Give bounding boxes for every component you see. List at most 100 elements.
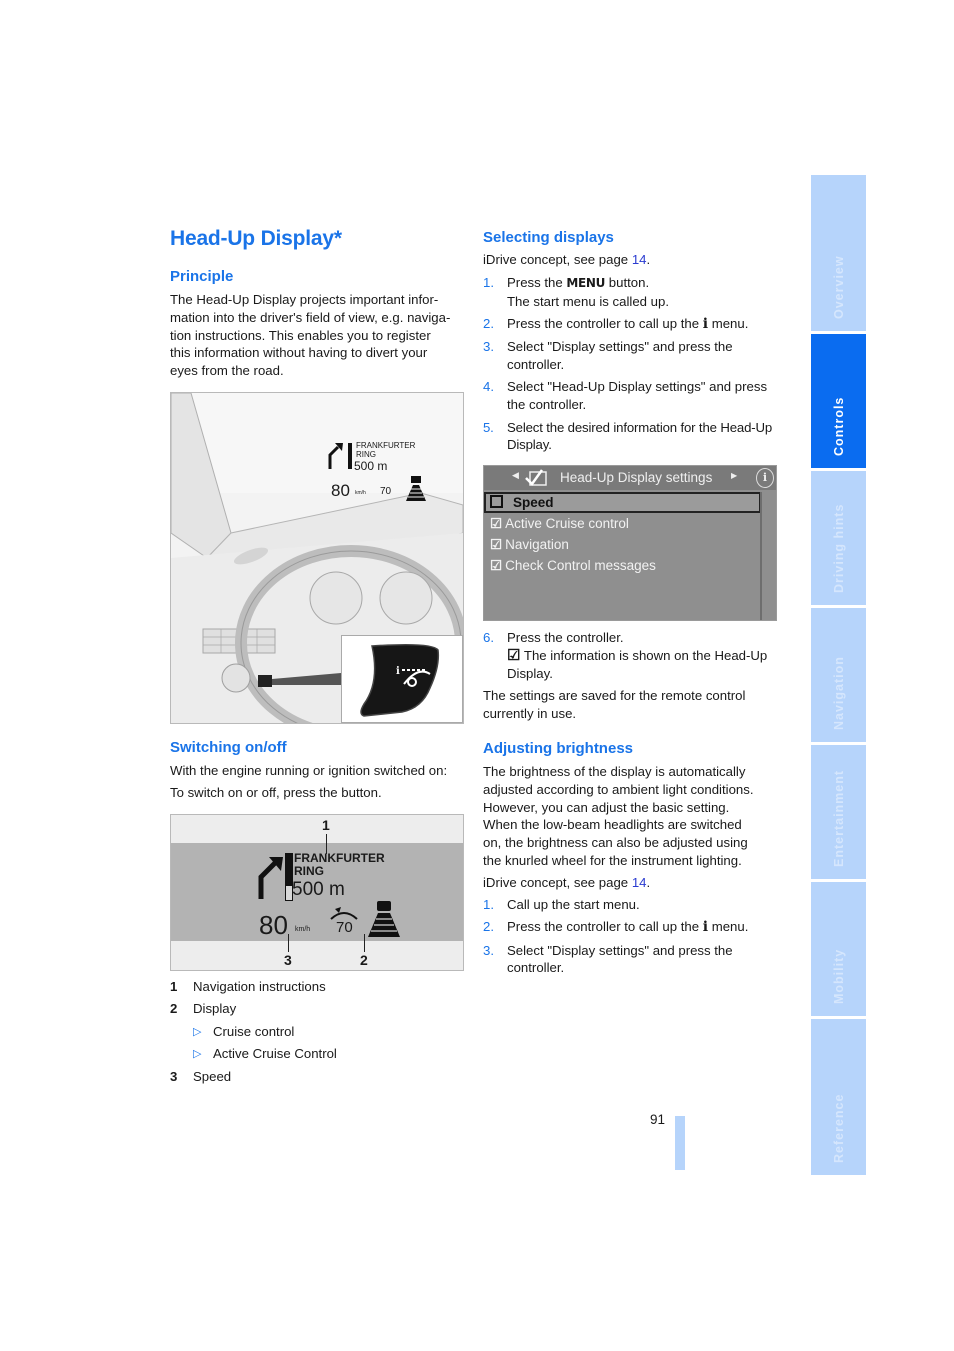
text-line: the knurled wheel for the instrument lig… [483, 852, 742, 868]
legend-number: 2 [170, 1001, 178, 1017]
principle-text: The Head-Up Display projects important i… [170, 291, 465, 380]
step-item: 3. Select "Display settings" and press t… [483, 942, 778, 978]
arrow-right-icon: ▶ [731, 471, 738, 480]
step-text: Press the [507, 275, 567, 290]
checkbox-checked-icon: ☑ [490, 558, 503, 573]
step-number: 5. [483, 419, 494, 435]
selecting-heading: Selecting displays [483, 229, 614, 246]
step-number: 2. [483, 316, 494, 332]
legend-item: 3 Speed [170, 1066, 465, 1088]
step-item: 6. Press the controller. ☑ The informati… [483, 629, 778, 682]
step-number: 3. [483, 339, 494, 355]
step-number: 1. [483, 275, 494, 290]
head-up-display-button-icon: i [360, 643, 440, 717]
step-item: 2. Press the controller to call up the i… [483, 315, 778, 334]
tab-label: Driving hints [832, 503, 846, 593]
page-link[interactable]: 14 [632, 252, 647, 267]
tab-controls[interactable]: Controls [811, 334, 866, 468]
legend-text: Navigation instructions [193, 979, 326, 994]
step-text: Press the controller. [507, 630, 624, 645]
tab-label: Controls [832, 396, 846, 456]
checkbox-unchecked-icon [490, 495, 503, 508]
tab-entertainment[interactable]: Entertainment [811, 745, 866, 879]
text-line: on, the brightness can also be adjusted … [483, 835, 748, 851]
legend-subitem: ▷ Active Cruise Control [170, 1043, 465, 1065]
hud-street: FRANKFURTER RING [294, 852, 385, 878]
intro-end: . [646, 252, 651, 267]
idrive-screen-illustration: ◀ Head-Up Display settings ▶ i Speed ☑ Ac… [483, 465, 777, 621]
screen-item-check-control[interactable]: ☑ Check Control messages [490, 558, 656, 574]
step-item: 1. Call up the start menu. [483, 896, 778, 914]
brightness-steps: 1. Call up the start menu. 2. Press the … [483, 896, 778, 982]
text-line: this information without having to diver… [170, 345, 428, 361]
tab-navigation[interactable]: Navigation [811, 608, 866, 742]
step-text: Call up the start menu. [507, 897, 640, 912]
step-note: The information is shown on the Head-Up … [507, 647, 768, 681]
legend-text: Speed [193, 1068, 232, 1084]
callout-line [364, 934, 365, 952]
checkbox-checked-icon: ☑ [490, 516, 503, 531]
legend-text: Display [193, 1001, 237, 1017]
step-text: menu. [708, 316, 749, 332]
callout-1: 1 [322, 817, 330, 833]
tab-label: Reference [832, 1093, 846, 1163]
step-text: The start menu is called up. [507, 293, 669, 309]
screen-header: ◀ Head-Up Display settings ▶ i [484, 466, 776, 490]
info-icon: i [756, 468, 774, 488]
active-cruise-icon [368, 901, 400, 937]
step-item: 4. Select "Head-Up Display settings" and… [483, 378, 778, 414]
hud-speed-unit: km/h [295, 926, 311, 933]
hud-cruise-speed: 70 [380, 486, 392, 497]
step-text: Select "Display settings" and press the … [507, 339, 733, 373]
screen-item-active-cruise[interactable]: ☑ Active Cruise control [490, 516, 629, 532]
legend-text: Active Cruise Control [213, 1046, 337, 1062]
selecting-intro: iDrive concept, see page 14. [483, 251, 650, 269]
step-item: 2. Press the controller to call up the i… [483, 918, 778, 937]
figure-legend: 1 Navigation instructions 2 Display ▷ Cr… [170, 976, 465, 1088]
tab-mobility[interactable]: Mobility [811, 882, 866, 1016]
screen-item-speed[interactable]: Speed [490, 495, 554, 510]
hud-projection: FRANKFURTER RING 500 m 80 km/h 70 [326, 441, 461, 501]
selecting-step-6: 6. Press the controller. ☑ The informati… [483, 629, 778, 687]
text-line: The brightness of the display is automat… [483, 764, 746, 779]
text-line: The Head-Up Display projects important i… [170, 292, 439, 307]
checkbox-checked-icon: ☑ [507, 646, 521, 664]
step-text: button. [605, 275, 650, 290]
tab-overview[interactable]: Overview [811, 175, 866, 331]
hud-distance: 500 m [292, 879, 345, 900]
turn-arrow-icon [328, 443, 343, 469]
legend-text: Cruise control [213, 1023, 295, 1039]
page-link[interactable]: 14 [632, 875, 647, 890]
screen-scrollbar[interactable] [760, 492, 762, 620]
hud-illustration: 1 FRANKFURTER RING 500 m 80 km/h 70 3 2 [170, 814, 464, 971]
step-text: Select the desired information for the H… [507, 419, 773, 453]
legend-item: 2 Display [170, 998, 465, 1020]
tab-label: Overview [832, 255, 846, 319]
active-cruise-icon [406, 476, 426, 501]
checkbox-checked-icon: ☑ [490, 537, 503, 552]
callout-2: 2 [360, 952, 368, 968]
step-text: Select "Display settings" and press the … [507, 942, 733, 976]
step-text: menu. [708, 919, 749, 935]
checkbox-settings-icon [525, 469, 547, 486]
svg-text:i: i [396, 666, 400, 677]
hud-street: FRANKFURTER RING [356, 441, 415, 459]
brightness-text: The brightness of the display is automat… [483, 763, 783, 870]
tab-driving-hints[interactable]: Driving hints [811, 471, 866, 605]
step-number: 2. [483, 919, 494, 935]
bullet-triangle-icon: ▷ [193, 1048, 202, 1061]
screen-item-label: Navigation [505, 537, 569, 552]
hud-speed: 80 [331, 481, 350, 500]
screen-item-label: Check Control messages [505, 558, 656, 573]
screen-item-label: Active Cruise control [505, 516, 629, 531]
step-number: 6. [483, 630, 494, 645]
hud-speed: 80 [259, 910, 288, 940]
tab-label: Navigation [832, 656, 846, 730]
screen-item-navigation[interactable]: ☑ Navigation [490, 537, 569, 553]
step-text: Press the controller to call up the [507, 316, 703, 332]
brightness-intro: iDrive concept, see page 14. [483, 874, 650, 892]
street-name-line: RING [356, 450, 376, 459]
step-item: 3. Select "Display settings" and press t… [483, 338, 778, 374]
saved-note: The settings are saved for the remote co… [483, 688, 746, 721]
tab-reference[interactable]: Reference [811, 1019, 866, 1175]
